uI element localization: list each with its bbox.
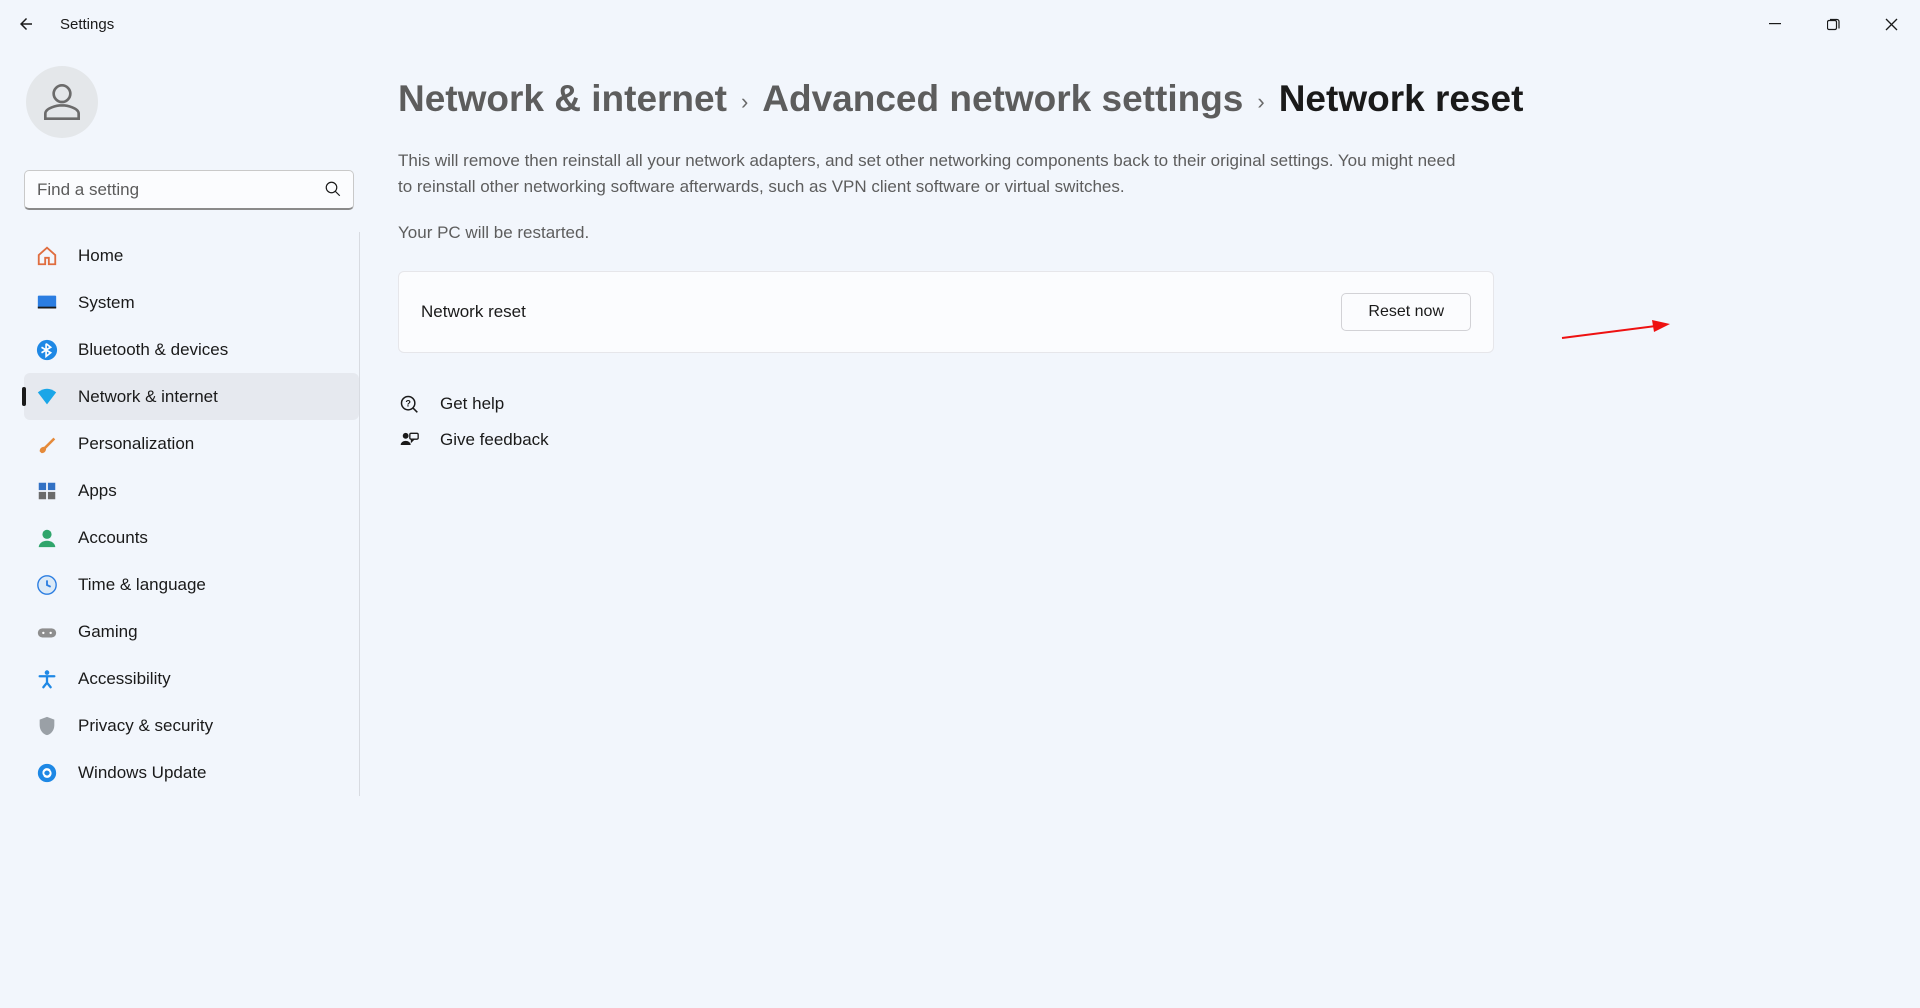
chevron-right-icon: ›: [1257, 83, 1264, 115]
sidebar-item-privacy[interactable]: Privacy & security: [24, 702, 359, 749]
svg-text:?: ?: [405, 399, 411, 409]
update-icon: [36, 762, 58, 784]
window-controls: [1746, 0, 1920, 48]
card-label: Network reset: [421, 302, 526, 322]
home-icon: [36, 245, 58, 267]
maximize-icon: [1827, 18, 1840, 31]
sidebar-item-bluetooth[interactable]: Bluetooth & devices: [24, 326, 359, 373]
sidebar-item-label: Accessibility: [78, 669, 171, 689]
accounts-icon: [36, 527, 58, 549]
chevron-right-icon: ›: [741, 83, 748, 115]
minimize-button[interactable]: [1746, 0, 1804, 48]
user-avatar[interactable]: [26, 66, 98, 138]
give-feedback-link[interactable]: Give feedback: [398, 429, 1864, 451]
close-icon: [1885, 18, 1898, 31]
get-help-link[interactable]: ? Get help: [398, 393, 1864, 415]
sidebar-item-label: Windows Update: [78, 763, 207, 783]
sidebar-item-label: Gaming: [78, 622, 138, 642]
sidebar-item-update[interactable]: Windows Update: [24, 749, 359, 796]
sidebar-item-label: Accounts: [78, 528, 148, 548]
breadcrumb: Network & internet › Advanced network se…: [398, 78, 1864, 120]
minimize-icon: [1769, 18, 1781, 30]
accessibility-icon: [36, 668, 58, 690]
arrow-left-icon: [17, 15, 35, 33]
bluetooth-icon: [36, 339, 58, 361]
clock-icon: [36, 574, 58, 596]
system-icon: [36, 292, 58, 314]
search-icon: [324, 180, 342, 198]
back-button[interactable]: [16, 14, 36, 34]
sidebar-item-label: System: [78, 293, 135, 313]
sidebar-item-system[interactable]: System: [24, 279, 359, 326]
apps-icon: [36, 480, 58, 502]
sidebar-item-label: Apps: [78, 481, 117, 501]
gamepad-icon: [36, 621, 58, 643]
sidebar-item-accounts[interactable]: Accounts: [24, 514, 359, 561]
sidebar-item-gaming[interactable]: Gaming: [24, 608, 359, 655]
help-link-label: Get help: [440, 394, 504, 414]
sidebar-item-network[interactable]: Network & internet: [24, 373, 359, 420]
reset-now-button[interactable]: Reset now: [1341, 293, 1471, 331]
network-reset-card: Network reset Reset now: [398, 271, 1494, 353]
sidebar-item-personalization[interactable]: Personalization: [24, 420, 359, 467]
close-button[interactable]: [1862, 0, 1920, 48]
brush-icon: [36, 433, 58, 455]
restart-note: Your PC will be restarted.: [398, 223, 1864, 243]
main-content: Network & internet › Advanced network se…: [370, 48, 1920, 1008]
search-input[interactable]: [24, 170, 354, 210]
sidebar-item-label: Privacy & security: [78, 716, 213, 736]
sidebar-item-label: Personalization: [78, 434, 194, 454]
maximize-button[interactable]: [1804, 0, 1862, 48]
help-icon: ?: [398, 393, 420, 415]
titlebar: Settings: [0, 0, 1920, 48]
search-field[interactable]: [24, 170, 354, 210]
sidebar: Home System Bluetooth & devices Network …: [0, 48, 370, 1008]
sidebar-item-home[interactable]: Home: [24, 232, 359, 279]
shield-icon: [36, 715, 58, 737]
breadcrumb-level1[interactable]: Network & internet: [398, 78, 727, 120]
sidebar-item-label: Home: [78, 246, 123, 266]
annotation-arrow-icon: [1560, 320, 1670, 344]
feedback-icon: [398, 429, 420, 451]
sidebar-item-apps[interactable]: Apps: [24, 467, 359, 514]
feedback-link-label: Give feedback: [440, 430, 549, 450]
nav-list: Home System Bluetooth & devices Network …: [24, 232, 360, 796]
breadcrumb-current: Network reset: [1279, 78, 1524, 120]
breadcrumb-level2[interactable]: Advanced network settings: [762, 78, 1243, 120]
wifi-icon: [36, 386, 58, 408]
app-title: Settings: [60, 16, 114, 33]
person-icon: [42, 82, 82, 122]
sidebar-item-accessibility[interactable]: Accessibility: [24, 655, 359, 702]
sidebar-item-time[interactable]: Time & language: [24, 561, 359, 608]
page-description: This will remove then reinstall all your…: [398, 148, 1458, 199]
sidebar-item-label: Network & internet: [78, 387, 218, 407]
sidebar-item-label: Bluetooth & devices: [78, 340, 228, 360]
sidebar-item-label: Time & language: [78, 575, 206, 595]
